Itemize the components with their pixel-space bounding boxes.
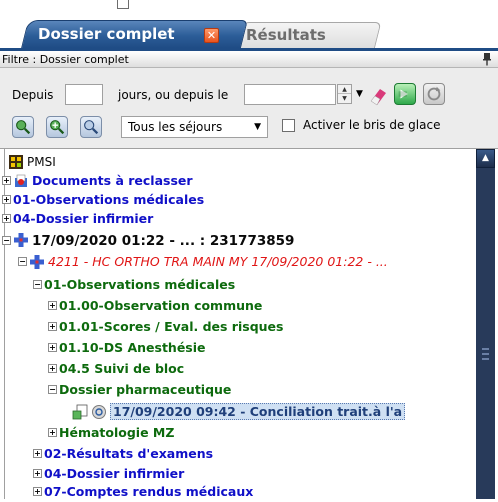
document-share-icon bbox=[72, 404, 88, 419]
tree-item-label: 02-Résultats d'examens bbox=[44, 446, 214, 461]
tree-item-obs-commune[interactable]: +01.00-Observation commune bbox=[48, 296, 262, 316]
tab-strip: Résultats Dossier complet ✕ bbox=[0, 0, 498, 51]
tree-item-label: 01-Observations médicales bbox=[44, 277, 236, 292]
tree-item-label: Documents à reclasser bbox=[32, 173, 193, 188]
expand-icon[interactable]: + bbox=[48, 322, 57, 331]
filter-title: Filtre : Dossier complet bbox=[2, 53, 129, 66]
tree-item-label: 01.10-DS Anesthésie bbox=[59, 340, 206, 355]
tree-item-label: 01-Observations médicales bbox=[13, 192, 205, 207]
tree-item-dossier-pharma[interactable]: − Dossier pharmaceutique bbox=[48, 380, 231, 400]
tree-item-comptes-rendus[interactable]: +07-Comptes rendus médicaux bbox=[33, 482, 253, 502]
tree-item-label: 4211 - HC ORTHO TRA MAIN MY 17/09/2020 0… bbox=[48, 254, 388, 269]
tree-item-label: PMSI bbox=[27, 155, 56, 169]
tree-item-pmsi[interactable]: PMSI bbox=[8, 152, 56, 172]
sejours-select-value: Tous les séjours bbox=[128, 120, 223, 134]
pin-icon[interactable] bbox=[482, 52, 492, 66]
tree-item-dossier-infirmier-root[interactable]: +04-Dossier infirmier bbox=[2, 209, 153, 229]
tree-item-conciliation[interactable]: 17/09/2020 09:42 - Conciliation trait.à … bbox=[72, 401, 406, 423]
expand-icon[interactable]: + bbox=[2, 176, 11, 185]
expand-icon[interactable]: + bbox=[2, 214, 11, 223]
hospital-cross-icon bbox=[30, 254, 44, 269]
collapse-icon[interactable]: − bbox=[18, 257, 27, 266]
tree-item-label: 07-Comptes rendus médicaux bbox=[44, 484, 254, 499]
collapse-icon[interactable]: − bbox=[48, 385, 57, 394]
tree-item-observations-root[interactable]: +01-Observations médicales bbox=[2, 190, 204, 210]
tree-item-uf[interactable]: − 4211 - HC ORTHO TRA MAIN MY 17/09/2020 … bbox=[18, 252, 388, 272]
tab-dossier-complet-label[interactable]: Dossier complet bbox=[38, 22, 175, 46]
window-handle bbox=[117, 0, 129, 9]
depuis-label: Depuis bbox=[12, 88, 54, 102]
date-dropdown-arrow[interactable]: ▼ bbox=[356, 89, 363, 99]
documents-icon bbox=[15, 174, 27, 187]
date-input[interactable] bbox=[244, 84, 336, 105]
zoom-icon[interactable] bbox=[80, 116, 102, 138]
tree-item-label: 01.01-Scores / Eval. des risques bbox=[59, 319, 284, 334]
tab-resultats-label[interactable]: Résultats bbox=[246, 23, 326, 47]
expand-icon[interactable]: + bbox=[33, 487, 42, 496]
tree-item-label: Hématologie MZ bbox=[59, 425, 175, 440]
filter-title-bar: Filtre : Dossier complet bbox=[0, 51, 498, 68]
zoom-add-icon[interactable] bbox=[46, 116, 68, 138]
pmsi-icon bbox=[9, 154, 23, 169]
collapse-icon[interactable]: − bbox=[33, 280, 42, 289]
expand-icon[interactable]: + bbox=[2, 195, 11, 204]
expand-icon[interactable]: + bbox=[48, 428, 57, 437]
tree-item-hematologie[interactable]: + Hématologie MZ bbox=[48, 423, 174, 443]
zoom-in-icon[interactable] bbox=[12, 116, 34, 138]
tree-item-label: 17/09/2020 09:42 - Conciliation trait.à … bbox=[110, 403, 406, 420]
scroll-grip[interactable] bbox=[482, 348, 489, 360]
sejours-select[interactable]: Tous les séjours ▼ bbox=[121, 116, 268, 138]
eraser-icon[interactable] bbox=[368, 84, 390, 106]
collapse-icon[interactable]: − bbox=[2, 235, 11, 245]
tree-item-label: 04-Dossier infirmier bbox=[44, 466, 185, 481]
scroll-up-button[interactable]: ▲ bbox=[476, 149, 495, 168]
tree-item-label: Dossier pharmaceutique bbox=[59, 382, 232, 397]
arrow-right-icon[interactable] bbox=[394, 83, 416, 105]
tree-item-dossier-infirmier[interactable]: +04-Dossier infirmier bbox=[33, 464, 184, 484]
tree-scrollbar[interactable]: ▲ bbox=[476, 149, 495, 499]
tree-item-documents[interactable]: + Documents à reclasser bbox=[2, 171, 193, 191]
expand-icon[interactable]: + bbox=[33, 469, 42, 478]
expand-icon[interactable]: + bbox=[33, 449, 42, 458]
tree-item-sejour[interactable]: − 17/09/2020 01:22 - ... : 231773859 bbox=[2, 231, 294, 251]
bris-label: Activer le bris de glace bbox=[303, 118, 441, 132]
tree-item-resultats-examens[interactable]: +02-Résultats d'examens bbox=[33, 444, 213, 464]
expand-icon[interactable]: + bbox=[48, 343, 57, 352]
info-icon bbox=[92, 404, 106, 419]
tree-item-observations[interactable]: −01-Observations médicales bbox=[33, 275, 235, 295]
tree-item-suivi-bloc[interactable]: +04.5 Suivi de bloc bbox=[48, 359, 184, 379]
date-spinner[interactable]: ▲ ▼ bbox=[337, 84, 352, 104]
tree-item-label: 17/09/2020 01:22 - ... : 231773859 bbox=[32, 233, 295, 249]
hospital-cross-icon bbox=[14, 233, 28, 247]
expand-icon[interactable]: + bbox=[48, 301, 57, 310]
chevron-down-icon[interactable]: ▼ bbox=[254, 122, 261, 132]
tree-item-label: 01.00-Observation commune bbox=[59, 298, 263, 313]
tree-item-label: 04.5 Suivi de bloc bbox=[59, 361, 185, 376]
tree-item-label: 04-Dossier infirmier bbox=[13, 211, 154, 226]
refresh-icon[interactable] bbox=[423, 83, 445, 105]
expand-icon[interactable]: + bbox=[48, 364, 57, 373]
days-input[interactable] bbox=[65, 84, 103, 105]
tree-item-ds-anesthesie[interactable]: +01.10-DS Anesthésie bbox=[48, 338, 206, 358]
tree-item-scores[interactable]: +01.01-Scores / Eval. des risques bbox=[48, 317, 283, 337]
bris-checkbox[interactable] bbox=[282, 119, 295, 132]
close-icon[interactable]: ✕ bbox=[204, 28, 219, 43]
jours-label: jours, ou depuis le bbox=[118, 88, 229, 102]
